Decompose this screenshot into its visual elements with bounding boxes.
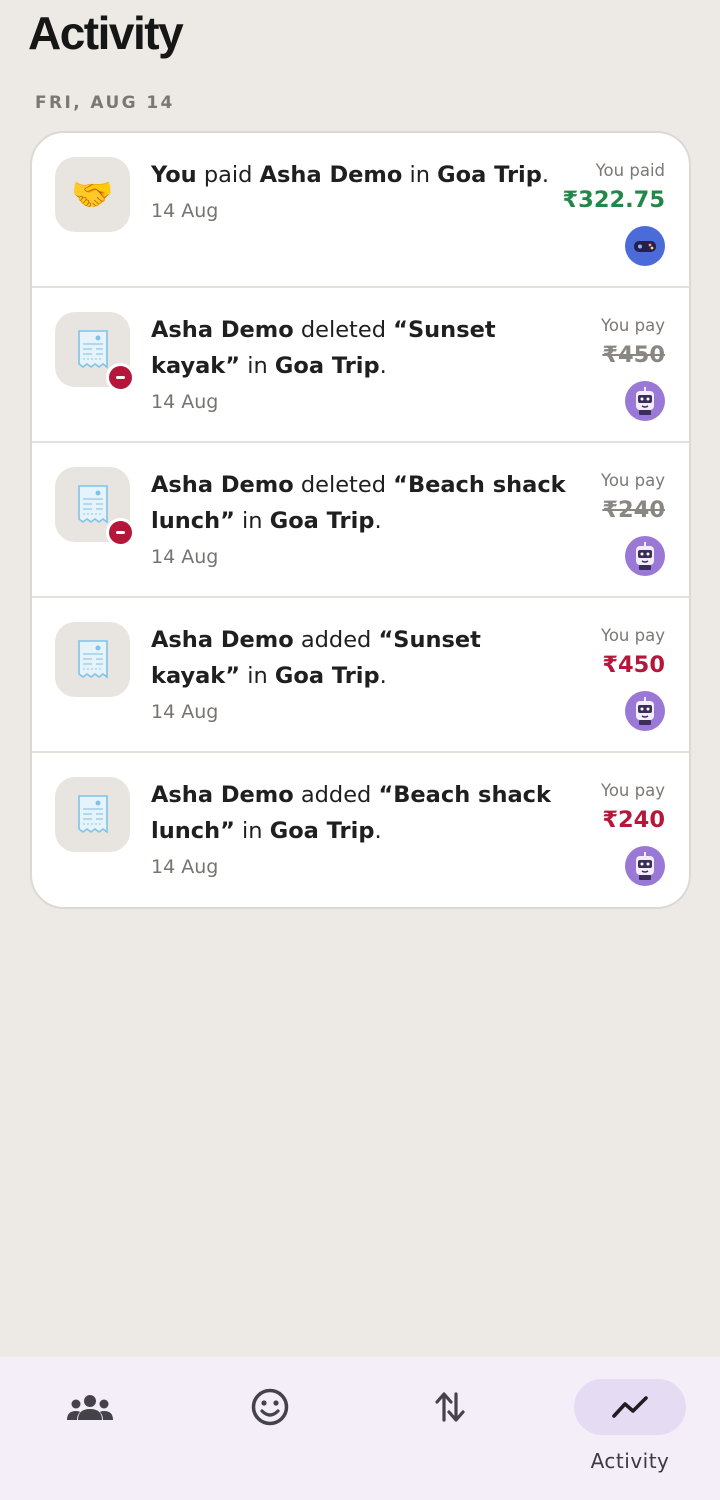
receipt-icon <box>55 777 130 852</box>
activity-amount: You pay ₹240 <box>601 469 665 527</box>
activity-text-part: You <box>151 162 197 188</box>
activity-amount: You paid ₹322.75 <box>563 159 665 217</box>
amount-value: ₹450 <box>602 342 665 368</box>
nav-item-activity[interactable]: Activity <box>540 1357 720 1500</box>
activity-amount: You pay ₹450 <box>601 624 665 682</box>
amount-value: ₹240 <box>602 497 665 523</box>
activity-row[interactable]: 🤝 You paid Asha Demo in Goa Trip. 14 Aug Yo… <box>32 133 689 288</box>
activity-text-part: deleted <box>293 472 394 498</box>
activity-description: You paid Asha Demo in Goa Trip. 14 Aug <box>151 157 576 229</box>
activity-description: Asha Demo added “Beach shack lunch” in G… <box>151 777 576 885</box>
activity-text-part: Asha Demo <box>151 627 294 653</box>
activity-text-part: Goa Trip <box>437 162 542 188</box>
amount-value: ₹450 <box>602 652 665 678</box>
amount-label: You pay <box>600 626 665 645</box>
activity-card: 🤝 You paid Asha Demo in Goa Trip. 14 Aug Yo… <box>30 131 691 909</box>
amount-label: You pay <box>600 316 665 335</box>
activity-text-part: in <box>234 508 270 534</box>
activity-description: Asha Demo added “Sunset kayak” in Goa Tr… <box>151 622 576 730</box>
activity-row[interactable]: Asha Demo added “Beach shack lunch” in G… <box>32 753 689 907</box>
activity-text-part: Goa Trip <box>274 353 380 379</box>
amount-label: You pay <box>600 471 665 490</box>
activity-text-part: Asha Demo <box>259 162 403 188</box>
activity-text-part: paid <box>196 162 260 188</box>
activity-text-part: . <box>374 508 382 534</box>
activity-text-part: Goa Trip <box>269 818 375 844</box>
groups-icon <box>34 1379 146 1435</box>
avatar <box>625 846 665 886</box>
activity-amount: You pay ₹240 <box>601 779 665 837</box>
activity-date: 14 Aug <box>151 391 219 413</box>
nav-label-activity: Activity <box>590 1449 670 1473</box>
activity-description: Asha Demo deleted “Sunset kayak” in Goa … <box>151 312 576 420</box>
activity-row[interactable]: Asha Demo added “Sunset kayak” in Goa Tr… <box>32 598 689 753</box>
activity-text-part: added <box>293 627 379 653</box>
amount-value: ₹322.75 <box>562 187 665 213</box>
activity-text-part: deleted <box>293 317 394 343</box>
activity-text-part: in <box>234 818 270 844</box>
activity-text-part: added <box>293 782 379 808</box>
nav-item-transfers[interactable] <box>360 1357 540 1500</box>
activity-text-part: in <box>240 663 275 689</box>
amount-value: ₹240 <box>602 807 665 833</box>
smiley-icon <box>214 1379 326 1435</box>
avatar <box>625 381 665 421</box>
activity-description: Asha Demo deleted “Beach shack lunch” in… <box>151 467 576 575</box>
handshake-icon: 🤝 <box>55 157 130 232</box>
nav-item-friends[interactable] <box>180 1357 360 1500</box>
avatar <box>625 226 665 266</box>
activity-trend-icon <box>574 1379 686 1435</box>
date-header: FRI, AUG 14 <box>35 93 175 113</box>
activity-text-part: Asha Demo <box>151 782 294 808</box>
activity-text-part: Asha Demo <box>151 472 294 498</box>
avatar <box>625 536 665 576</box>
nav-item-groups[interactable] <box>0 1357 180 1500</box>
activity-text-part: in <box>402 162 438 188</box>
bottom-navigation: Activity <box>0 1357 720 1500</box>
amount-label: You pay <box>600 781 665 800</box>
avatar <box>625 691 665 731</box>
activity-date: 14 Aug <box>151 701 219 723</box>
activity-text-part: . <box>379 663 387 689</box>
deleted-badge-icon <box>106 518 135 547</box>
activity-text-part: Goa Trip <box>269 508 375 534</box>
activity-text-part: in <box>240 353 275 379</box>
activity-row[interactable]: Asha Demo deleted “Beach shack lunch” in… <box>32 443 689 598</box>
swap-vertical-icon <box>394 1379 506 1435</box>
activity-text-part: . <box>541 162 550 188</box>
activity-amount: You pay ₹450 <box>601 314 665 372</box>
amount-label: You paid <box>595 161 665 180</box>
activity-date: 14 Aug <box>151 856 219 878</box>
receipt-icon <box>55 622 130 697</box>
activity-text-part: Asha Demo <box>151 317 294 343</box>
deleted-badge-icon <box>106 363 135 392</box>
activity-text-part: . <box>379 353 387 379</box>
activity-date: 14 Aug <box>151 200 219 222</box>
activity-text-part: Goa Trip <box>274 663 380 689</box>
activity-text-part: . <box>374 818 382 844</box>
page-title: Activity <box>28 7 184 59</box>
activity-date: 14 Aug <box>151 546 219 568</box>
activity-row[interactable]: Asha Demo deleted “Sunset kayak” in Goa … <box>32 288 689 443</box>
